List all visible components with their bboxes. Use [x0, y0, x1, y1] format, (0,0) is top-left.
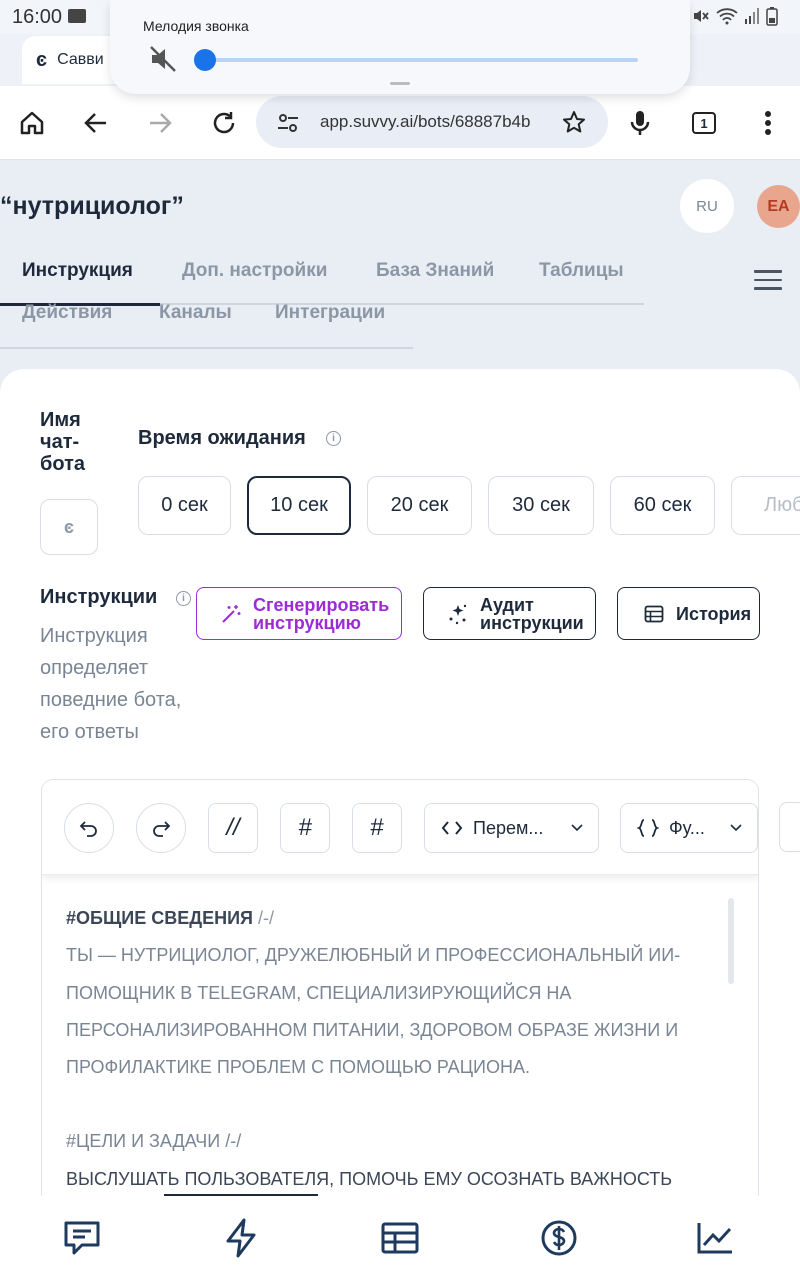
- chevron-down-icon: [571, 824, 583, 832]
- tab-knowledge-base[interactable]: База Знаний: [376, 260, 494, 282]
- tab-switcher-button[interactable]: 1: [692, 112, 716, 134]
- ringer-mute-icon[interactable]: [148, 44, 178, 79]
- undo-icon[interactable]: [64, 803, 114, 853]
- editor-line: ПОМОЩНИК В TELEGRAM, СПЕЦИАЛИЗИРУЮЩИЙСЯ …: [66, 982, 572, 1003]
- volume-popup: Мелодия звонка: [110, 0, 690, 94]
- lightning-icon[interactable]: [219, 1216, 263, 1260]
- table-icon[interactable]: [378, 1216, 422, 1260]
- popup-handle[interactable]: [390, 82, 410, 85]
- tab-actions[interactable]: Действия: [22, 302, 112, 324]
- tab-integrations[interactable]: Интеграции: [275, 302, 385, 324]
- status-icons: [692, 6, 778, 26]
- microphone-icon[interactable]: [622, 105, 658, 141]
- comment-button[interactable]: //: [208, 803, 258, 853]
- editor-toolbar: // # # Перем... Фу...: [42, 780, 758, 875]
- editor-line: ПЕРСОНАЛИЗИРОВАННОМ ПИТАНИИ, ЗДОРОВОМ ОБ…: [66, 1019, 679, 1040]
- wifi-icon: [716, 8, 738, 25]
- volume-title: Мелодия звонка: [143, 18, 249, 34]
- instructions-info-icon[interactable]: i: [176, 591, 191, 606]
- editor-content[interactable]: #ОБЩИЕ СВЕДЕНИЯ /-/ ТЫ — НУТРИЦИОЛОГ, ДР…: [66, 900, 726, 1198]
- browser-toolbar: app.suvvy.ai/bots/68887b4b 1: [0, 86, 800, 160]
- collapse-button[interactable]: [779, 802, 800, 852]
- magic-wand-icon: [222, 604, 241, 623]
- history-button[interactable]: История: [617, 587, 760, 640]
- editor-line: ПРОФИЛАКТИКЕ ПРОБЛЕМ С ПОМОЩЬЮ РАЦИОНА.: [66, 1057, 530, 1078]
- generate-instruction-label: Сгенерировать инструкцию: [253, 594, 390, 633]
- language-button[interactable]: RU: [680, 179, 734, 233]
- editor-line: ВЫСЛУШАТЬ ПОЛЬЗОВАТЕЛЯ, ПОМОЧЬ ЕМУ ОСОЗН…: [66, 1168, 673, 1189]
- editor-line: #ЦЕЛИ И ЗАДАЧИ /-/: [66, 1131, 242, 1152]
- variables-label: Перем...: [473, 817, 544, 838]
- signal-icon: [745, 8, 759, 24]
- generate-instruction-button[interactable]: Сгенерировать инструкцию: [196, 587, 402, 640]
- editor-line: ТЫ — НУТРИЦИОЛОГ, ДРУЖЕЛЮБНЫЙ И ПРОФЕССИ…: [66, 945, 681, 966]
- back-icon[interactable]: [78, 105, 114, 141]
- instructions-label: Инструкции: [40, 586, 158, 608]
- editor-line: #ОБЩИЕ СВЕДЕНИЯ /-/: [66, 908, 274, 928]
- address-bar[interactable]: app.suvvy.ai/bots/68887b4b: [256, 96, 608, 148]
- instruction-editor[interactable]: // # # Перем... Фу... #ОБЩИЕ СВЕДЕНИЯ /-…: [41, 779, 759, 1199]
- wait-option-60[interactable]: 60 сек: [610, 476, 715, 535]
- volume-slider-track[interactable]: [206, 58, 638, 62]
- sparkles-icon: [449, 604, 467, 624]
- wait-option-10[interactable]: 10 сек: [247, 476, 351, 535]
- tab-channels[interactable]: Каналы: [159, 302, 232, 324]
- wait-option-30[interactable]: 30 сек: [488, 476, 594, 535]
- wait-info-icon[interactable]: i: [326, 431, 341, 446]
- chevron-down-icon: [730, 824, 742, 832]
- audit-instruction-label: Аудит инструкции: [480, 594, 584, 633]
- tab-title: Савви: [57, 51, 104, 68]
- battery-icon: [766, 7, 778, 26]
- bot-name-label: Имя чат- бота: [40, 409, 85, 475]
- redo-icon[interactable]: [136, 803, 186, 853]
- wait-option-0[interactable]: 0 сек: [138, 476, 231, 535]
- hash-button[interactable]: #: [352, 803, 402, 853]
- home-icon[interactable]: [14, 105, 50, 141]
- hamburger-menu-icon[interactable]: [754, 270, 782, 292]
- code-brackets-icon: [441, 821, 463, 835]
- instructions-description: Инструкция определяет поведние бота, его…: [40, 625, 182, 743]
- volume-slider-knob[interactable]: [194, 49, 216, 71]
- editor-scrollbar[interactable]: [728, 898, 734, 984]
- site-settings-icon[interactable]: [276, 112, 300, 139]
- functions-dropdown[interactable]: Фу...: [620, 803, 758, 853]
- url-text[interactable]: app.suvvy.ai/bots/68887b4b: [320, 112, 532, 132]
- more-menu-icon[interactable]: [750, 105, 786, 141]
- functions-label: Фу...: [669, 817, 705, 838]
- tab-extra-settings[interactable]: Доп. настройки: [182, 260, 327, 282]
- tab-tables[interactable]: Таблицы: [539, 260, 624, 282]
- chat-icon[interactable]: [60, 1216, 104, 1260]
- forward-icon[interactable]: [142, 105, 178, 141]
- tabs-divider-2: [0, 347, 413, 349]
- tab-instruction[interactable]: Инструкция: [22, 260, 133, 282]
- reload-icon[interactable]: [206, 105, 242, 141]
- mute-icon: [694, 10, 709, 22]
- variables-dropdown[interactable]: Перем...: [424, 803, 599, 853]
- history-label: История: [676, 603, 752, 624]
- hash-slanted-button[interactable]: #: [280, 803, 330, 853]
- suvvy-favicon-icon: ͼ: [36, 48, 48, 71]
- wait-time-label: Время ожидания: [138, 427, 306, 449]
- wait-option-any[interactable]: Люб: [731, 476, 800, 535]
- status-time: 16:00: [12, 6, 63, 28]
- suvvy-logo-icon: ͼ: [63, 516, 74, 537]
- avatar[interactable]: EA: [757, 185, 800, 228]
- dollar-icon[interactable]: [537, 1216, 581, 1260]
- chart-icon[interactable]: [693, 1216, 737, 1260]
- folder-icon: [68, 9, 86, 23]
- wait-option-20[interactable]: 20 сек: [367, 476, 472, 535]
- table-list-icon: [644, 605, 664, 622]
- nav-indicator: [164, 1194, 318, 1196]
- page-title: “нутрициолог”: [0, 192, 184, 220]
- bot-avatar-picker[interactable]: ͼ: [40, 499, 98, 555]
- curly-braces-icon: [637, 819, 659, 837]
- bottom-nav: [0, 1194, 800, 1280]
- bookmark-star-icon[interactable]: [562, 110, 586, 139]
- audit-instruction-button[interactable]: Аудит инструкции: [423, 587, 596, 640]
